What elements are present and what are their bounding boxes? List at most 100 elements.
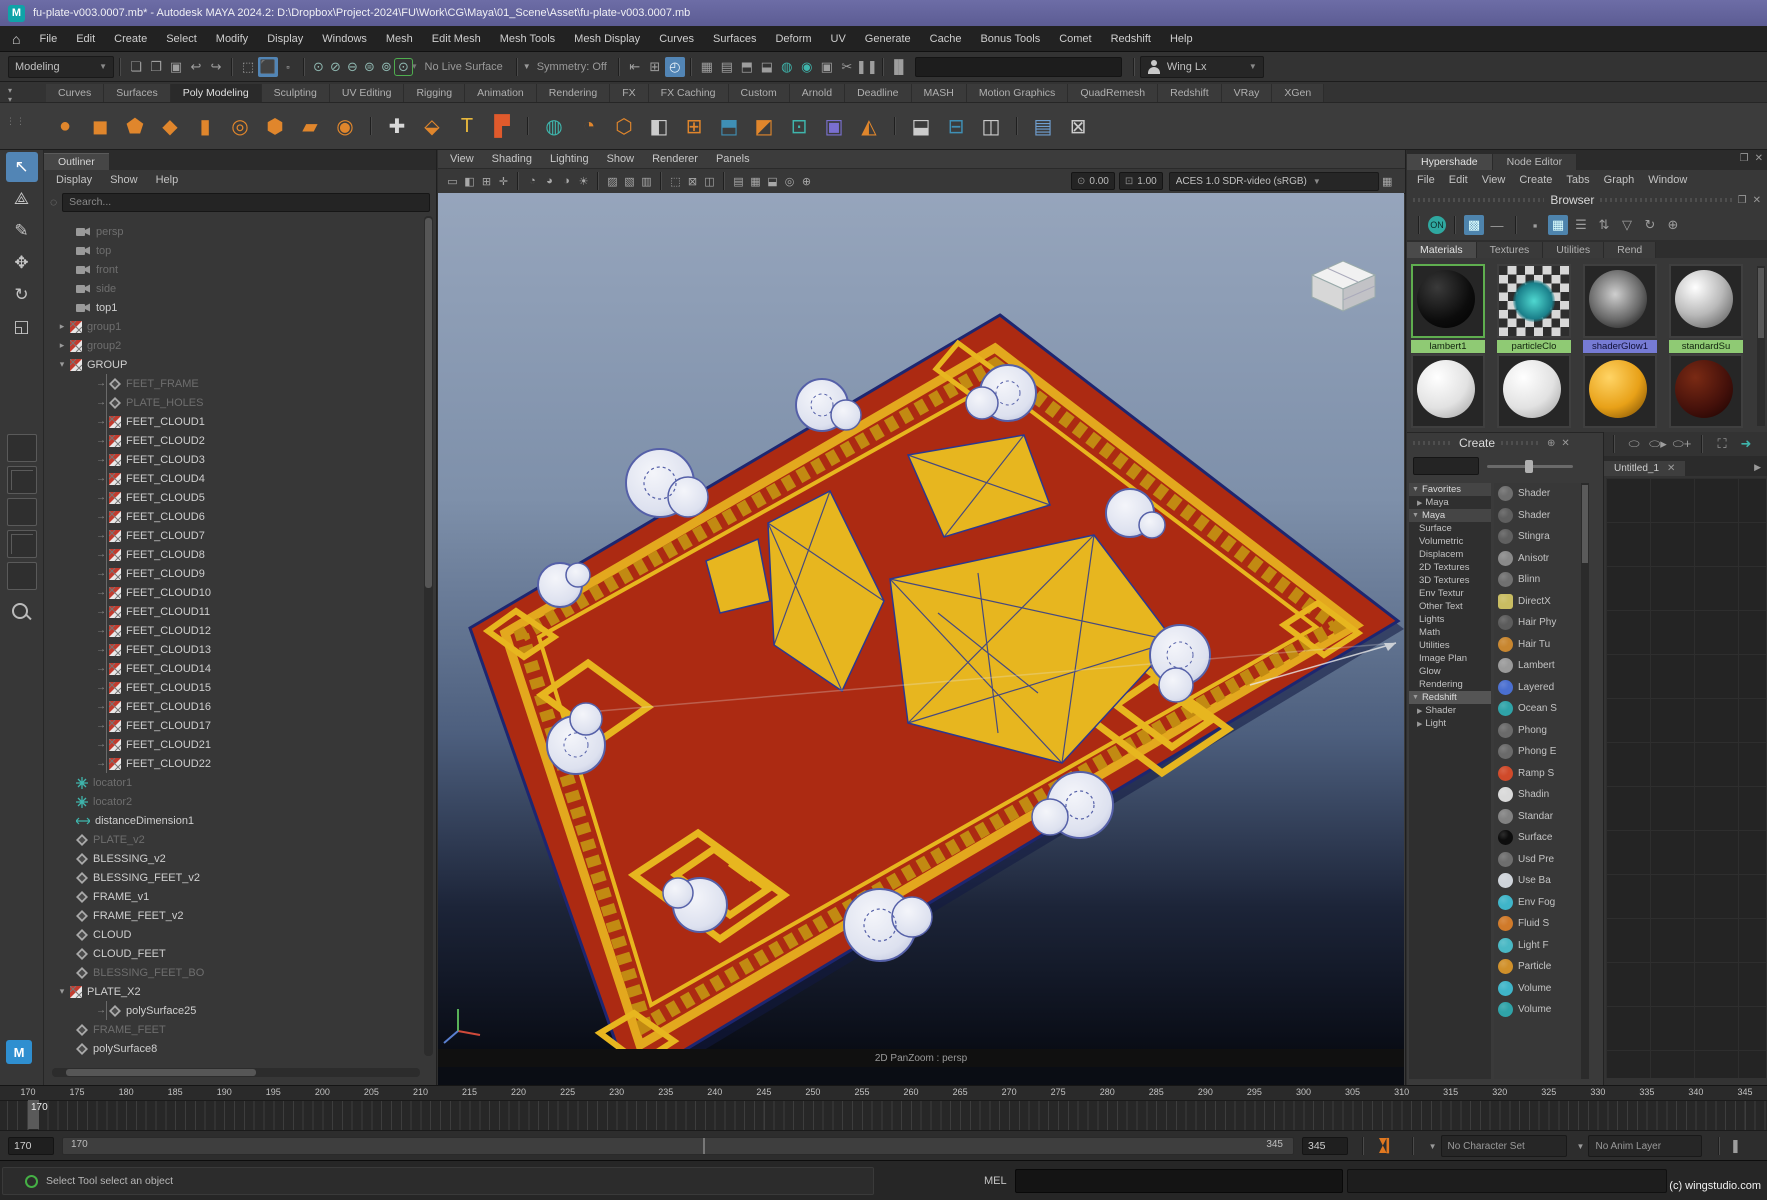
outliner-item-PLATE_HOLES[interactable]: →PLATE_HOLES xyxy=(44,393,422,412)
rotate-tool[interactable]: ↻ xyxy=(6,280,38,310)
create-pin-icon[interactable]: ⊕ xyxy=(1547,438,1555,449)
input-operations-icon[interactable]: ⇤ xyxy=(625,57,645,77)
vp-shaded-icon[interactable]: ◕ xyxy=(541,173,558,190)
history-toggle-icon[interactable]: ◴ xyxy=(665,57,685,77)
snap-projected-icon[interactable]: ⊜ xyxy=(361,59,378,75)
shelf-icon-delete-history[interactable]: ⊠ xyxy=(1063,111,1093,141)
material-swatch-slot-5[interactable] xyxy=(1497,354,1571,430)
scale-tool[interactable]: ◱ xyxy=(6,312,38,342)
shelf-tab-vray[interactable]: VRay xyxy=(1222,84,1273,102)
shader-item-ramp-s-13[interactable]: Ramp S xyxy=(1494,763,1589,785)
shelf-tab-poly-modeling[interactable]: Poly Modeling xyxy=(171,84,262,102)
shelf-icon-disc[interactable]: ◉ xyxy=(330,111,360,141)
material-tab-utilities[interactable]: Utilities xyxy=(1543,242,1604,258)
shelf-tab-redshift[interactable]: Redshift xyxy=(1158,84,1222,102)
shader-item-directx-5[interactable]: DirectX xyxy=(1494,591,1589,613)
material-swatch-slot-6[interactable] xyxy=(1583,354,1657,430)
vp-wireframe-icon[interactable]: ◔ xyxy=(524,173,541,190)
shelf-tab-motion-graphics[interactable]: Motion Graphics xyxy=(967,84,1068,102)
shelf-tab-uv-editing[interactable]: UV Editing xyxy=(330,84,405,102)
outliner-item-PLATE_v2[interactable]: PLATE_v2 xyxy=(44,830,422,849)
outliner-item-polySurface25[interactable]: →polySurface25 xyxy=(44,1001,422,1020)
time-slider[interactable]: 1701751801851901952002052102152202252302… xyxy=(0,1085,1767,1131)
tab-overflow-icon[interactable]: ▶ xyxy=(1754,462,1761,473)
vp-textured-icon[interactable]: ◑ xyxy=(558,173,575,190)
menu-curves[interactable]: Curves xyxy=(659,33,694,45)
shelf-tab-animation[interactable]: Animation xyxy=(465,84,537,102)
material-swatch-slot-7[interactable] xyxy=(1669,354,1743,430)
maya-workspace-badge[interactable]: M xyxy=(6,1040,32,1064)
hypershade-menu-create[interactable]: Create xyxy=(1519,174,1552,186)
outliner-item-FEET_CLOUD5[interactable]: →FEET_CLOUD5 xyxy=(44,488,422,507)
shelf-icon-plus-prim[interactable]: ✚ xyxy=(382,111,412,141)
vp-field-chart-icon[interactable]: ◎ xyxy=(781,173,798,190)
outliner-menu-show[interactable]: Show xyxy=(110,174,138,186)
menu-mesh-tools[interactable]: Mesh Tools xyxy=(500,33,555,45)
grid-view-icon[interactable]: ▦ xyxy=(1548,215,1568,235)
shader-item-phong-11[interactable]: Phong xyxy=(1494,720,1589,742)
menu-edit[interactable]: Edit xyxy=(76,33,95,45)
outliner-item-FEET_CLOUD10[interactable]: →FEET_CLOUD10 xyxy=(44,583,422,602)
shelf-icon-hexagon[interactable]: ⬢ xyxy=(260,111,290,141)
outliner-item-FEET_CLOUD7[interactable]: →FEET_CLOUD7 xyxy=(44,526,422,545)
shader-item-layered-9[interactable]: Layered xyxy=(1494,677,1589,699)
menu-create[interactable]: Create xyxy=(114,33,147,45)
shelf-icon-multi-cut[interactable]: ⊞ xyxy=(679,111,709,141)
browser-float-icon[interactable]: ❐ xyxy=(1738,195,1747,206)
shelf-icon-booleans[interactable]: ▣ xyxy=(819,111,849,141)
outliner-horizontal-scrollbar[interactable] xyxy=(52,1068,420,1077)
create-category-volumetric[interactable]: Volumetric xyxy=(1409,535,1491,548)
outliner-item-FEET_CLOUD2[interactable]: →FEET_CLOUD2 xyxy=(44,431,422,450)
small-swatch-icon[interactable]: ▪ xyxy=(1525,215,1545,235)
create-category-maya[interactable]: ▼Maya xyxy=(1409,509,1491,522)
character-set-dropdown[interactable]: No Character Set xyxy=(1441,1135,1567,1157)
shelf-icon-text[interactable]: T xyxy=(452,111,482,141)
outliner-item-FRAME_v1[interactable]: FRAME_v1 xyxy=(44,887,422,906)
panel-float-icon[interactable]: ❐ xyxy=(1740,153,1749,164)
menu-edit-mesh[interactable]: Edit Mesh xyxy=(432,33,481,45)
shelf-icon-combine[interactable]: ⬓ xyxy=(906,111,936,141)
shelf-icon-target-weld[interactable]: ⬒ xyxy=(714,111,744,141)
menu-mesh-display[interactable]: Mesh Display xyxy=(574,33,640,45)
workspace-user-dropdown[interactable]: Wing Lx▼ xyxy=(1140,56,1264,78)
outliner-item-BLESSING_v2[interactable]: BLESSING_v2 xyxy=(44,849,422,868)
render-region-icon[interactable]: ▤ xyxy=(717,57,737,77)
select-by-component-icon[interactable]: ⬞ xyxy=(278,57,298,77)
create-category-2d-textures[interactable]: 2D Textures xyxy=(1409,561,1491,574)
render-frame-icon[interactable]: ▦ xyxy=(697,57,717,77)
rearrange-graph-icon[interactable]: ➜ xyxy=(1736,434,1756,454)
tab-close-icon[interactable]: ✕ xyxy=(1667,463,1675,474)
outliner-item-persp[interactable]: persp xyxy=(44,222,422,241)
outliner-item-FEET_CLOUD22[interactable]: →FEET_CLOUD22 xyxy=(44,754,422,773)
shelf-icon-sphere[interactable]: ● xyxy=(50,111,80,141)
vp-resolution-gate-icon[interactable]: ▤ xyxy=(730,173,747,190)
menu-windows[interactable]: Windows xyxy=(322,33,367,45)
shelf-grip[interactable]: ⋮⋮ xyxy=(6,116,26,127)
select-by-object-icon[interactable]: ⬛ xyxy=(258,57,278,77)
shelf-icon-cube[interactable]: ◼ xyxy=(85,111,115,141)
shader-item-shader-1[interactable]: Shader xyxy=(1494,505,1589,527)
outliner-tab[interactable]: Outliner xyxy=(44,153,109,170)
shader-list-scrollbar[interactable] xyxy=(1581,483,1589,1079)
vp-fit-icon[interactable]: ✛ xyxy=(495,173,512,190)
outliner-item-locator2[interactable]: locator2 xyxy=(44,792,422,811)
vp-lock-icon[interactable]: ◧ xyxy=(461,173,478,190)
shelf-tab-fx-caching[interactable]: FX Caching xyxy=(649,84,729,102)
material-swatch-standardSu[interactable]: standardSu xyxy=(1669,264,1743,360)
shelf-icon-smooth[interactable]: ◍ xyxy=(539,111,569,141)
frame-all-icon[interactable]: ⛶ xyxy=(1712,434,1732,454)
shelf-tab-arnold[interactable]: Arnold xyxy=(790,84,845,102)
shader-item-anisotr-3[interactable]: Anisotr xyxy=(1494,548,1589,570)
vp-isolate-icon[interactable]: ⬚ xyxy=(667,173,684,190)
exposure-field[interactable]: ⊙0.00 xyxy=(1071,172,1115,190)
anim-end-field[interactable]: 345 xyxy=(1302,1137,1348,1155)
create-category-displacem[interactable]: Displacem xyxy=(1409,548,1491,561)
node-expand-icon[interactable]: ⬭+ xyxy=(1672,434,1692,454)
outliner-item-FEET_CLOUD4[interactable]: →FEET_CLOUD4 xyxy=(44,469,422,488)
shelf-tab-fx[interactable]: FX xyxy=(610,84,648,102)
snap-point-icon[interactable]: ⊖ xyxy=(344,59,361,75)
shader-item-standar-15[interactable]: Standar xyxy=(1494,806,1589,828)
outliner-item-distanceDimension1[interactable]: distanceDimension1 xyxy=(44,811,422,830)
outliner-item-FEET_CLOUD14[interactable]: →FEET_CLOUD14 xyxy=(44,659,422,678)
shelf-icon-uv-editor[interactable]: ▤ xyxy=(1028,111,1058,141)
